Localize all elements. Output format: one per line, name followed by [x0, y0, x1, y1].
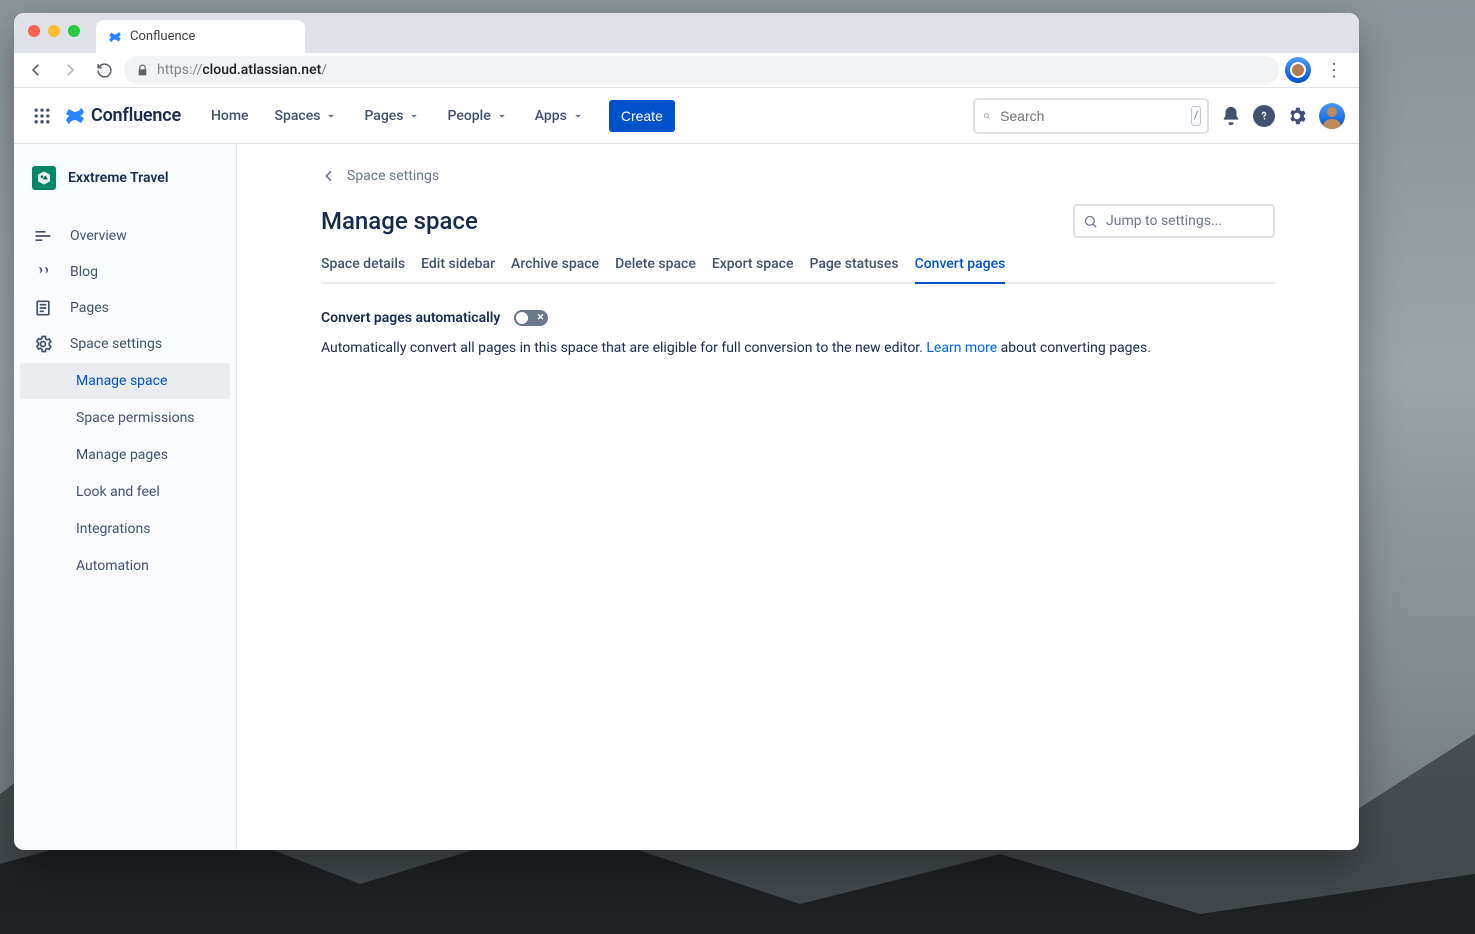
top-nav: Confluence Home Spaces Pages People Apps… [14, 88, 1359, 144]
app-body: Exxtreme Travel Overview Blog Pages Spac… [14, 144, 1359, 850]
space-header[interactable]: Exxtreme Travel [14, 166, 236, 190]
chevron-down-icon [495, 109, 509, 123]
overview-icon [32, 226, 54, 246]
browser-window: Confluence https://cloud.atlassian.net/ … [14, 13, 1359, 850]
browser-tab-title: Confluence [130, 29, 195, 44]
sidebar-item-overview[interactable]: Overview [14, 218, 236, 254]
browser-toolbar: https://cloud.atlassian.net/ ⋮ [14, 53, 1359, 88]
sidebar-item-space-settings[interactable]: Space settings [14, 326, 236, 362]
search-icon [1083, 214, 1098, 229]
tab-convert-pages[interactable]: Convert pages [915, 256, 1006, 282]
browser-titlebar: Confluence [14, 13, 1359, 53]
sidebar-sub-integrations[interactable]: Integrations [20, 511, 230, 547]
sidebar-sub-look-and-feel[interactable]: Look and feel [20, 474, 230, 510]
search-icon [983, 108, 990, 124]
convert-pages-auto-toggle[interactable] [514, 310, 548, 326]
convert-pages-auto-row: Convert pages automatically [321, 310, 1275, 326]
settings-button[interactable] [1281, 100, 1313, 132]
window-close[interactable] [28, 25, 40, 37]
gear-icon [32, 334, 54, 354]
window-minimize[interactable] [48, 25, 60, 37]
tab-space-details[interactable]: Space details [321, 256, 405, 282]
sidebar-item-pages[interactable]: Pages [14, 290, 236, 326]
convert-pages-auto-label: Convert pages automatically [321, 310, 500, 326]
window-controls [28, 25, 80, 37]
create-button[interactable]: Create [609, 100, 675, 132]
sidebar-item-blog[interactable]: Blog [14, 254, 236, 290]
confluence-icon [64, 105, 86, 127]
sidebar: Exxtreme Travel Overview Blog Pages Spac… [14, 144, 237, 850]
address-bar[interactable]: https://cloud.atlassian.net/ [124, 56, 1279, 84]
search-shortcut: / [1191, 106, 1201, 126]
main-content: Space settings Manage space Jump to sett… [237, 144, 1359, 850]
nav-spaces[interactable]: Spaces [265, 100, 349, 132]
url-text: https://cloud.atlassian.net/ [157, 62, 327, 78]
search-input[interactable] [998, 107, 1183, 125]
back-button[interactable] [22, 56, 50, 84]
tab-delete-space[interactable]: Delete space [615, 256, 696, 282]
chevron-left-icon [321, 168, 337, 184]
help-button[interactable] [1253, 105, 1275, 127]
page-title: Manage space [321, 207, 478, 235]
product-name: Confluence [91, 105, 181, 126]
nav-home[interactable]: Home [201, 100, 259, 132]
reload-button[interactable] [90, 56, 118, 84]
nav-apps[interactable]: Apps [525, 100, 595, 132]
settings-tabs: Space details Edit sidebar Archive space… [321, 256, 1275, 284]
window-zoom[interactable] [68, 25, 80, 37]
chevron-down-icon [571, 109, 585, 123]
confluence-favicon [108, 30, 122, 44]
lock-icon [136, 64, 149, 77]
convert-pages-description: Automatically convert all pages in this … [321, 338, 1275, 359]
space-icon [32, 166, 56, 190]
tab-export-space[interactable]: Export space [712, 256, 794, 282]
learn-more-link[interactable]: Learn more [926, 340, 997, 356]
sidebar-sub-manage-pages[interactable]: Manage pages [20, 437, 230, 473]
tab-edit-sidebar[interactable]: Edit sidebar [421, 256, 495, 282]
blog-icon [32, 262, 54, 282]
confluence-app: Confluence Home Spaces Pages People Apps… [14, 88, 1359, 850]
space-name: Exxtreme Travel [68, 170, 168, 186]
jump-to-settings[interactable]: Jump to settings... [1073, 204, 1275, 238]
chevron-down-icon [324, 109, 338, 123]
user-avatar[interactable] [1319, 103, 1345, 129]
app-switcher[interactable] [28, 102, 56, 130]
product-logo[interactable]: Confluence [64, 105, 181, 127]
forward-button[interactable] [56, 56, 84, 84]
browser-profile-avatar[interactable] [1285, 57, 1311, 83]
global-search[interactable]: / [973, 98, 1209, 134]
pages-icon [32, 298, 54, 318]
tab-page-statuses[interactable]: Page statuses [809, 256, 898, 282]
sidebar-sub-manage-space[interactable]: Manage space [20, 363, 230, 399]
browser-menu[interactable]: ⋮ [1317, 60, 1351, 81]
chevron-down-icon [407, 109, 421, 123]
tab-archive-space[interactable]: Archive space [511, 256, 599, 282]
nav-people[interactable]: People [437, 100, 518, 132]
browser-tab[interactable]: Confluence [96, 20, 305, 53]
breadcrumb[interactable]: Space settings [321, 168, 1275, 184]
nav-pages[interactable]: Pages [354, 100, 431, 132]
sidebar-sub-space-permissions[interactable]: Space permissions [20, 400, 230, 436]
notifications-button[interactable] [1215, 100, 1247, 132]
sidebar-sub-automation[interactable]: Automation [20, 548, 230, 584]
